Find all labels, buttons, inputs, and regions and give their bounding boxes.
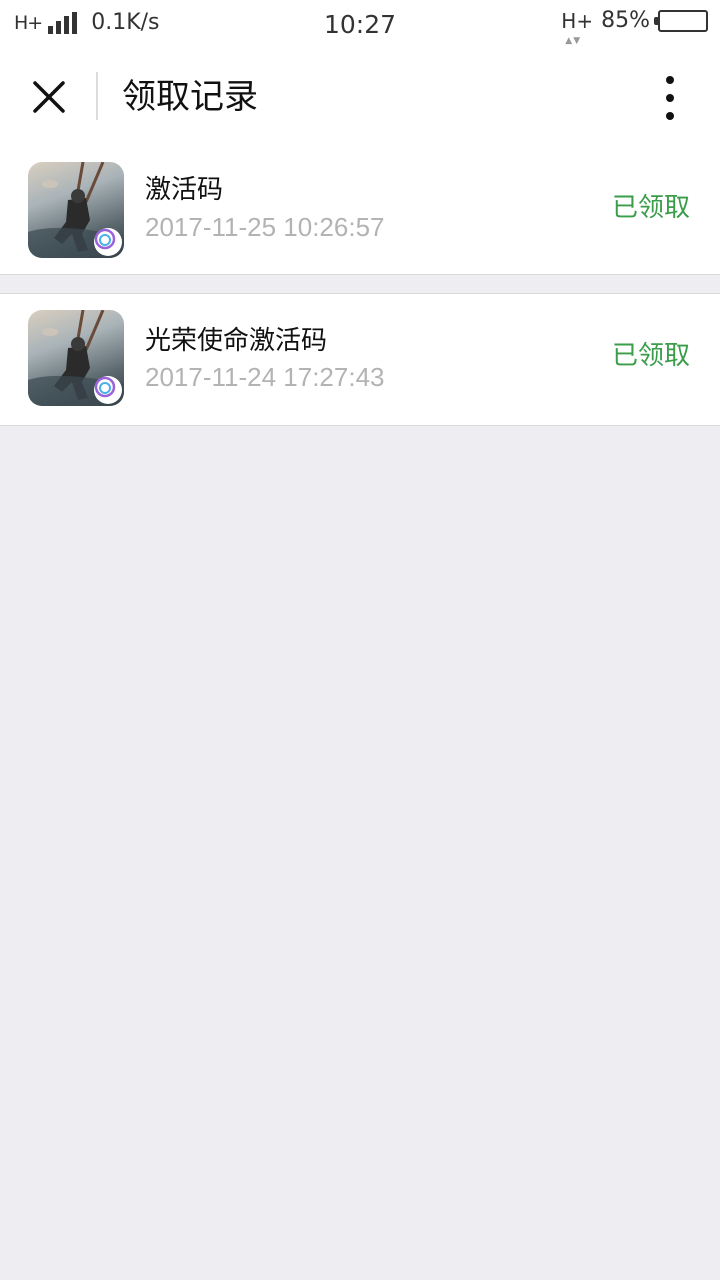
record-title: 激活码: [145, 175, 224, 205]
game-thumbnail: [28, 310, 124, 406]
list-item[interactable]: 激活码 2017-11-25 10:26:57 已领取: [0, 145, 720, 275]
close-button[interactable]: [18, 64, 80, 130]
game-thumbnail: [28, 162, 124, 258]
battery-icon: [654, 9, 708, 32]
close-icon: [33, 81, 65, 113]
more-vertical-icon: [666, 76, 674, 84]
game-logo-icon: [94, 228, 122, 256]
list-item[interactable]: 光荣使命激活码 2017-11-24 17:27:43 已领取: [0, 293, 720, 426]
nav-bar: 领取记录: [0, 50, 720, 145]
more-button[interactable]: [642, 70, 698, 126]
network-type-secondary: H+ ▲▼: [561, 11, 593, 46]
game-logo-icon: [94, 376, 122, 404]
record-title: 光荣使命激活码: [145, 326, 328, 356]
nav-divider: [96, 72, 98, 120]
record-time: 2017-11-25 10:26:57: [145, 212, 385, 242]
page-title: 领取记录: [122, 77, 258, 117]
status-bar: H+ 0.1K/s 10:27 H+ ▲▼ 85%: [0, 0, 720, 50]
record-status: 已领取: [611, 341, 690, 371]
data-arrows-icon: ▲▼: [565, 35, 582, 46]
battery-percent: 85%: [601, 8, 650, 33]
record-status: 已领取: [611, 193, 690, 223]
record-list: 激活码 2017-11-25 10:26:57 已领取 光荣使命激活码 2017…: [0, 145, 720, 426]
record-time: 2017-11-24 17:27:43: [145, 362, 385, 392]
status-right: H+ ▲▼ 85%: [561, 8, 708, 46]
